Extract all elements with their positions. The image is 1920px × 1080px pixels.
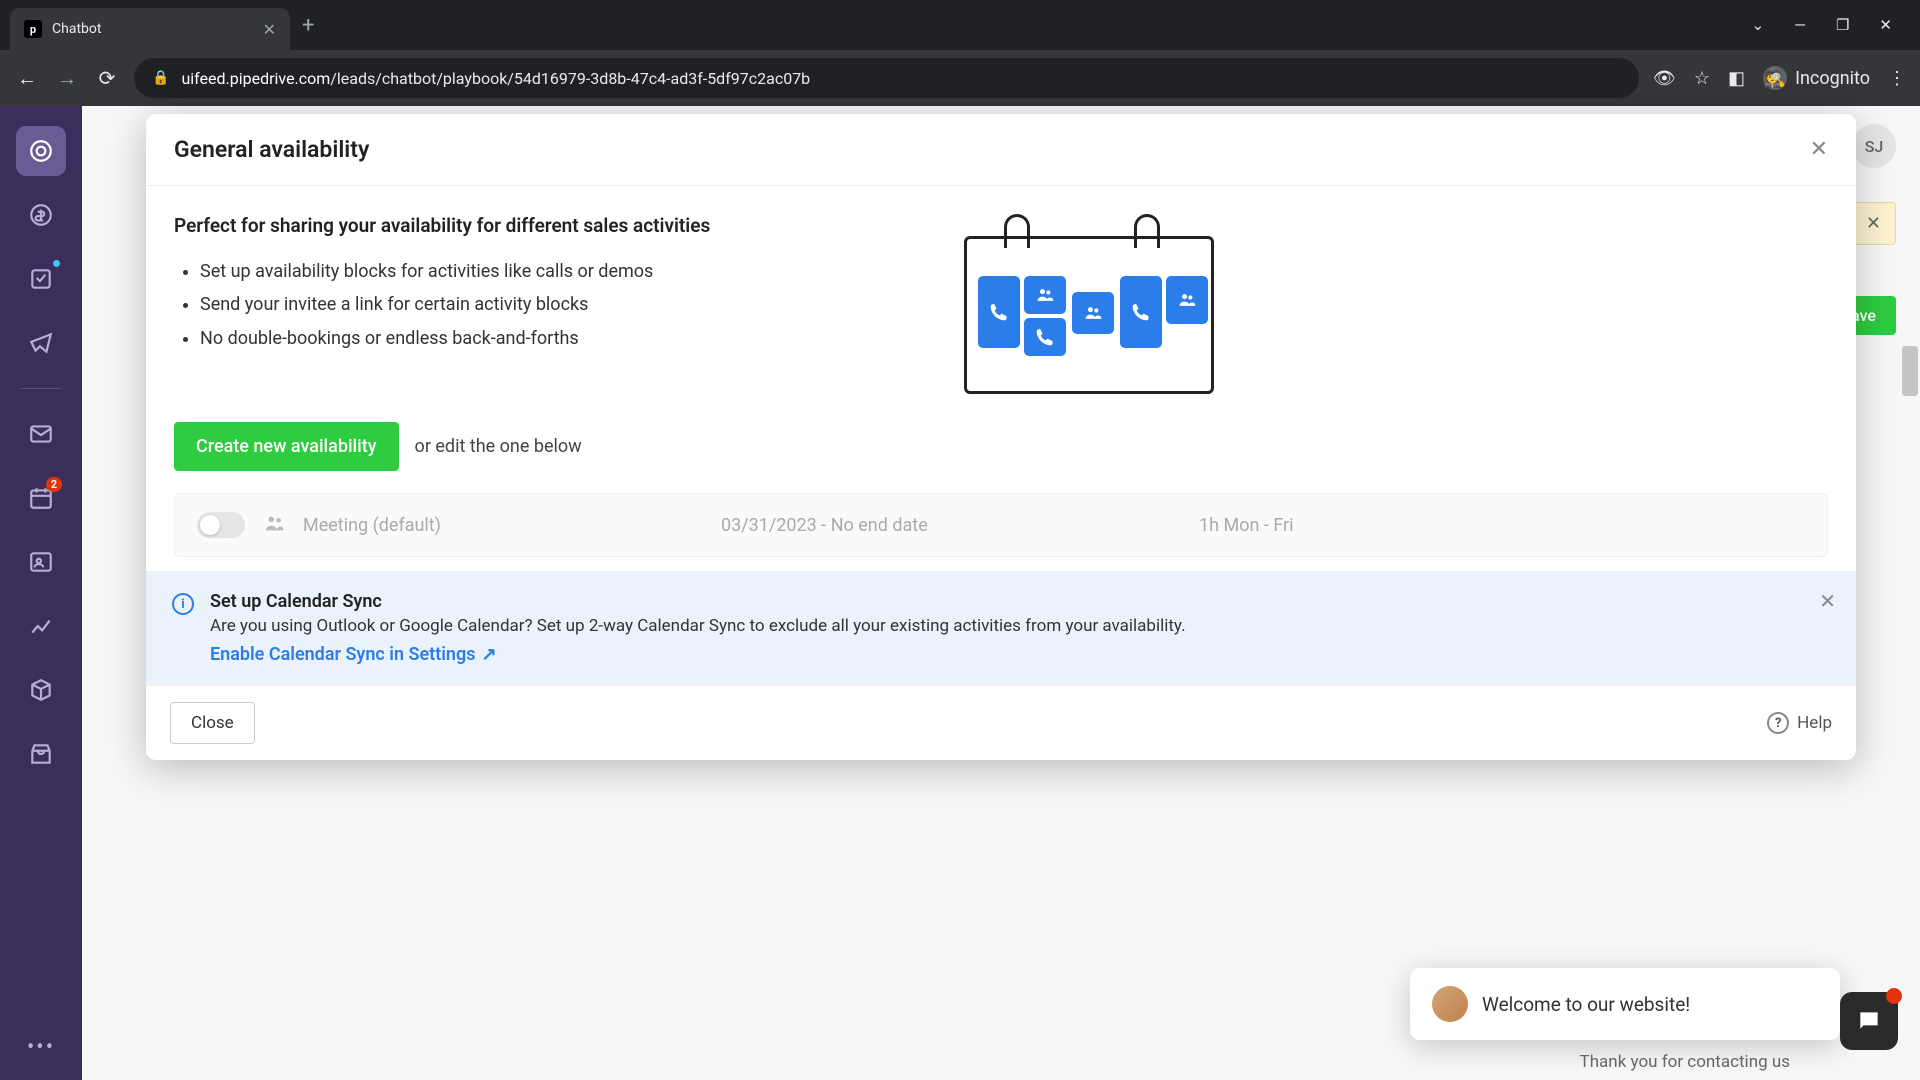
tab-close-icon[interactable]: ✕ — [263, 20, 276, 39]
banner-title: Set up Calendar Sync — [210, 591, 1830, 612]
favicon: p — [24, 20, 42, 38]
sidebar-more-icon[interactable]: ••• — [27, 1035, 55, 1060]
sidebar-item-leads[interactable] — [16, 126, 66, 176]
url-input[interactable]: 🔒 uifeed.pipedrive.com/leads/chatbot/pla… — [134, 58, 1639, 98]
sidebar-item-insights[interactable] — [16, 601, 66, 651]
modal-overlay: General availability ✕ Perfect for shari… — [82, 106, 1920, 1080]
tab-title: Chatbot — [52, 21, 253, 37]
info-icon: i — [172, 593, 194, 615]
url-text: uifeed.pipedrive.com/leads/chatbot/playb… — [181, 69, 810, 88]
help-icon: ? — [1767, 712, 1789, 734]
calendar-illustration — [954, 214, 1214, 394]
browser-tab-strip: p Chatbot ✕ + ⌄ ― ❐ ✕ — [0, 0, 1920, 50]
incognito-icon: 🕵 — [1763, 66, 1787, 90]
people-icon — [263, 512, 285, 538]
intro-bullets: Set up availability blocks for activitie… — [174, 255, 854, 355]
back-icon[interactable]: ← — [14, 66, 40, 91]
sidebar-item-contacts[interactable] — [16, 537, 66, 587]
app-content: SJ at ✕ Save Welcome to our website! Tha… — [82, 106, 1920, 1080]
help-link[interactable]: ?Help — [1767, 712, 1832, 734]
incognito-indicator[interactable]: 🕵 Incognito — [1763, 66, 1870, 90]
create-availability-button[interactable]: Create new availability — [174, 422, 399, 471]
browser-tab[interactable]: p Chatbot ✕ — [10, 8, 290, 50]
kebab-menu-icon[interactable]: ⋮ — [1888, 68, 1906, 89]
reload-icon[interactable]: ⟳ — [94, 66, 120, 90]
banner-close-icon[interactable]: ✕ — [1819, 589, 1836, 613]
lock-icon: 🔒 — [152, 70, 169, 86]
sidebar-item-campaigns[interactable] — [16, 318, 66, 368]
forward-icon[interactable]: → — [54, 66, 80, 91]
availability-row[interactable]: Meeting (default) 03/31/2023 - No end da… — [174, 493, 1828, 557]
close-button[interactable]: Close — [170, 702, 255, 744]
sidebar-item-marketplace[interactable] — [16, 729, 66, 779]
intro-heading: Perfect for sharing your availability fo… — [174, 214, 854, 237]
minimize-icon[interactable]: ― — [1794, 16, 1806, 34]
or-edit-text: or edit the one below — [415, 436, 582, 457]
app-sidebar: 2 ••• — [0, 106, 82, 1080]
bookmark-icon[interactable]: ☆ — [1694, 68, 1710, 89]
enable-sync-link[interactable]: Enable Calendar Sync in Settings ↗ — [210, 644, 497, 665]
close-window-icon[interactable]: ✕ — [1879, 16, 1892, 34]
calendar-sync-banner: i Set up Calendar Sync Are you using Out… — [146, 571, 1856, 685]
availability-modal: General availability ✕ Perfect for shari… — [146, 114, 1856, 760]
sidebar-item-projects[interactable] — [16, 254, 66, 304]
panel-icon[interactable]: ◧ — [1728, 68, 1745, 89]
external-link-icon: ↗ — [481, 644, 496, 665]
window-controls: ⌄ ― ❐ ✕ — [1752, 16, 1910, 34]
eye-off-icon[interactable]: 👁 — [1653, 68, 1676, 89]
maximize-icon[interactable]: ❐ — [1836, 16, 1849, 34]
availability-toggle[interactable] — [197, 512, 245, 538]
new-tab-button[interactable]: + — [302, 13, 314, 38]
modal-close-icon[interactable]: ✕ — [1810, 137, 1828, 162]
modal-title: General availability — [174, 136, 369, 163]
sidebar-item-deals[interactable] — [16, 190, 66, 240]
address-bar: ← → ⟳ 🔒 uifeed.pipedrive.com/leads/chatb… — [0, 50, 1920, 106]
availability-schedule: 1h Mon - Fri — [1199, 515, 1294, 536]
banner-desc: Are you using Outlook or Google Calendar… — [210, 616, 1830, 636]
sidebar-item-activities[interactable]: 2 — [16, 473, 66, 523]
availability-name: Meeting (default) — [303, 515, 703, 536]
sidebar-item-products[interactable] — [16, 665, 66, 715]
tab-dropdown-icon[interactable]: ⌄ — [1752, 16, 1765, 34]
sidebar-item-mail[interactable] — [16, 409, 66, 459]
availability-dates: 03/31/2023 - No end date — [721, 515, 1181, 536]
